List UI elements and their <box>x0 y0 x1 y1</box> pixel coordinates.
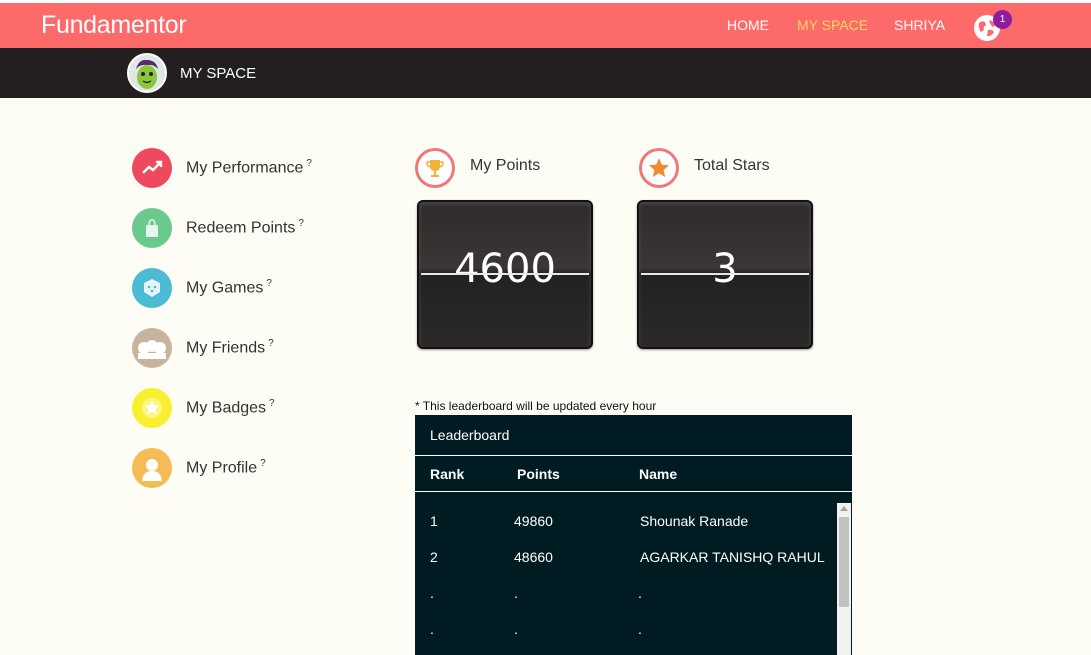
menu-my-performance[interactable]: My Performance? <box>132 148 382 188</box>
star-icon <box>639 148 679 188</box>
points-counter: 4600 <box>417 200 593 349</box>
leaderboard-scrollbar[interactable] <box>837 503 851 655</box>
rank-cell: . <box>430 621 434 637</box>
points-cell: 49860 <box>514 513 553 529</box>
column-header-rank: Rank <box>430 466 465 482</box>
flip-divider <box>421 273 589 275</box>
column-header-points: Points <box>517 466 560 482</box>
app-logo[interactable]: Fundamentor <box>41 11 187 40</box>
points-value: 4600 <box>454 246 556 292</box>
my-points-label: My Points <box>470 157 541 174</box>
divider <box>415 455 852 456</box>
menu-my-friends[interactable]: My Friends? <box>132 328 382 368</box>
name-cell: Shounak Ranade <box>640 513 749 529</box>
name-cell: AGARKAR TANISHQ RAHUL <box>640 549 825 565</box>
menu-label: My Profile <box>186 459 258 477</box>
leaderboard-title: Leaderboard <box>430 427 510 443</box>
page-title: MY SPACE <box>180 65 257 82</box>
scroll-up-arrow[interactable] <box>840 506 848 511</box>
leaderboard-note: * This leaderboard will be updated every… <box>415 399 657 413</box>
notification-badge[interactable]: 1 <box>993 10 1012 29</box>
menu-label: My Badges <box>186 399 267 417</box>
rank-cell: . <box>430 585 434 601</box>
avatar[interactable] <box>127 53 167 93</box>
points-cell: 48660 <box>514 549 553 565</box>
nav-my-space[interactable]: MY SPACE <box>797 17 868 33</box>
dice-icon <box>132 268 172 308</box>
trend-up-icon <box>132 148 172 188</box>
friends-icon <box>132 328 172 368</box>
points-cell: . <box>514 621 518 637</box>
nav-user-shriya[interactable]: SHRIYA <box>894 17 945 33</box>
help-icon[interactable]: ? <box>266 278 272 289</box>
rank-cell: 2 <box>430 549 438 565</box>
help-icon[interactable]: ? <box>269 398 275 409</box>
total-stars-label: Total Stars <box>694 157 770 174</box>
name-cell: . <box>638 585 642 601</box>
divider <box>415 491 852 492</box>
menu-label: My Performance <box>186 159 304 177</box>
help-icon[interactable]: ? <box>268 338 274 349</box>
sub-header: MY SPACE <box>0 48 1091 98</box>
flip-divider <box>641 273 809 275</box>
menu-my-games[interactable]: My Games? <box>132 268 382 308</box>
stars-value: 3 <box>712 246 738 292</box>
help-icon[interactable]: ? <box>306 158 312 169</box>
scroll-thumb[interactable] <box>839 517 849 607</box>
help-icon[interactable]: ? <box>298 218 304 229</box>
name-cell: . <box>638 621 642 637</box>
rank-cell: 1 <box>430 513 438 529</box>
column-header-name: Name <box>639 466 678 482</box>
stars-counter: 3 <box>637 200 813 349</box>
leaderboard-panel: Leaderboard Rank Points Name 1 49860 Sho… <box>415 415 852 655</box>
menu-label: My Friends <box>186 339 266 357</box>
trophy-icon <box>415 148 455 188</box>
shopping-bag-icon <box>132 208 172 248</box>
menu-my-profile[interactable]: My Profile? <box>132 448 382 488</box>
nav-home[interactable]: HOME <box>727 17 769 33</box>
menu-my-badges[interactable]: My Badges? <box>132 388 382 428</box>
profile-icon <box>132 448 172 488</box>
star-badge-icon <box>132 388 172 428</box>
top-navbar: Fundamentor HOME MY SPACE SHRIYA 1 <box>0 3 1091 48</box>
menu-label: Redeem Points <box>186 219 296 237</box>
points-cell: . <box>514 585 518 601</box>
menu-label: My Games <box>186 279 264 297</box>
menu-redeem-points[interactable]: Redeem Points? <box>132 208 382 248</box>
help-icon[interactable]: ? <box>260 458 266 469</box>
